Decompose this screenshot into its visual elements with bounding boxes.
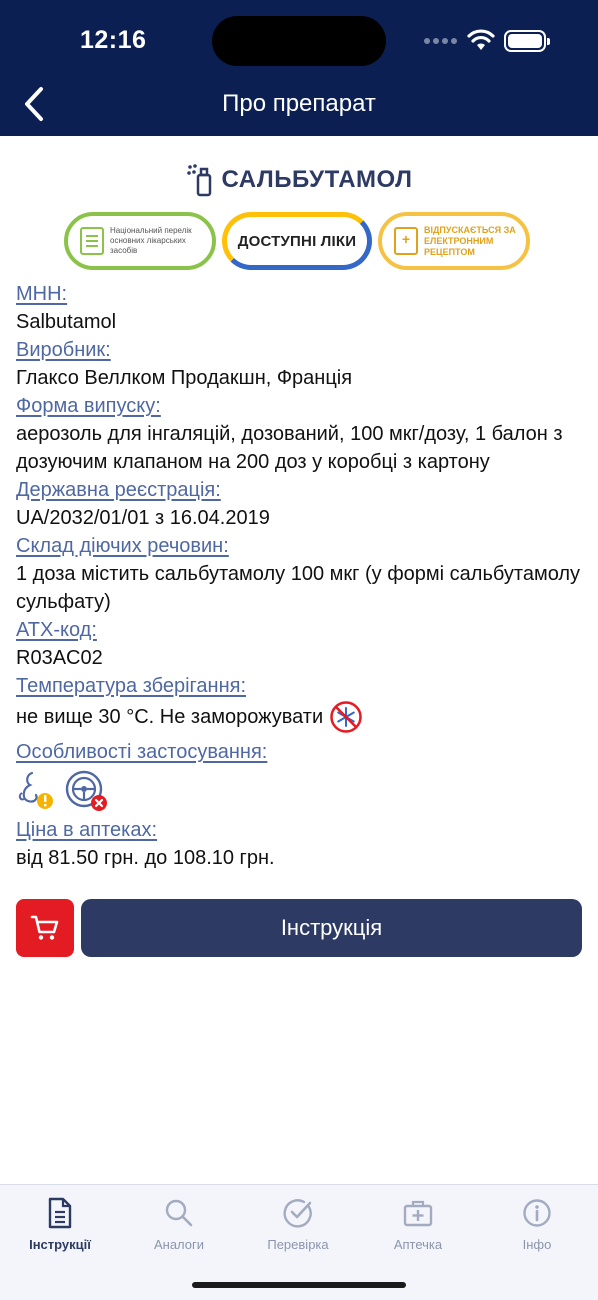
info-icon	[523, 1199, 551, 1227]
national-list-badge: Національний перелік основних лікарських…	[64, 212, 216, 270]
storage-value: не вище 30 °С. Не заморожувати	[16, 706, 324, 728]
registration-label: Державна реєстрація:	[16, 479, 221, 501]
tab-label: Аптечка	[393, 1237, 443, 1252]
tab-instructions[interactable]: Інструкції	[10, 1193, 110, 1252]
affordable-medicines-badge: ДОСТУПНІ ЛІКИ	[222, 212, 372, 270]
document-icon	[48, 1197, 72, 1229]
storage-row: не вище 30 °С. Не заморожувати	[16, 700, 586, 734]
prescription-icon	[394, 227, 418, 255]
atc-label: АТХ-код:	[16, 619, 97, 641]
drug-info: МНН: Salbutamol Виробник: Глаксо Веллком…	[16, 280, 586, 872]
tab-first-aid-kit[interactable]: Аптечка	[368, 1193, 468, 1252]
storage-label: Температура зберігання:	[16, 675, 247, 697]
composition-label: Склад діючих речовин:	[16, 535, 229, 557]
features-icons	[16, 766, 586, 816]
tab-label: Інфо	[522, 1237, 552, 1252]
status-time: 12:16	[80, 26, 147, 54]
dynamic-island	[212, 16, 386, 66]
no-freeze-icon	[330, 701, 362, 733]
atc-value: R03AC02	[16, 647, 103, 669]
first-aid-kit-icon	[403, 1200, 433, 1227]
composition-value: 1 доза містить сальбутамолу 100 мкг (у ф…	[16, 563, 581, 613]
tab-info[interactable]: Інфо	[487, 1193, 587, 1252]
action-bar: Інструкція	[16, 899, 582, 957]
registration-value: UA/2032/01/01 з 16.04.2019	[16, 507, 270, 529]
form-label: Форма випуску:	[16, 395, 161, 417]
app-header: 12:16 Про препарат	[0, 0, 598, 136]
check-circle-icon	[283, 1199, 312, 1228]
home-indicator	[192, 1282, 406, 1288]
product-header: САЛЬБУТАМОЛ	[0, 160, 598, 200]
product-name: САЛЬБУТАМОЛ	[221, 166, 413, 193]
inn-value: Salbutamol	[16, 311, 117, 333]
cart-button[interactable]	[16, 899, 74, 957]
price-value: від 81.50 грн. до 108.10 грн.	[16, 847, 275, 869]
document-list-icon	[80, 227, 104, 255]
tab-check[interactable]: Перевірка	[248, 1193, 348, 1252]
features-label: Особливості застосування:	[16, 741, 268, 763]
search-icon	[165, 1199, 193, 1227]
e-prescription-badge: ВІДПУСКАЄТЬСЯ ЗА ЕЛЕКТРОННИМ РЕЦЕПТОМ	[378, 212, 530, 270]
wifi-icon	[467, 29, 495, 50]
manufacturer-value: Глаксо Веллком Продакшн, Франція	[16, 367, 353, 389]
status-icons	[424, 28, 554, 54]
product-title-row: САЛЬБУТАМОЛ	[0, 160, 598, 200]
cellular-signal-icon	[424, 38, 457, 44]
page-title: Про препарат	[222, 90, 376, 117]
tab-label: Аналоги	[153, 1237, 205, 1252]
tab-label: Перевірка	[267, 1237, 329, 1252]
shopping-cart-icon	[30, 915, 59, 940]
driving-warning-icon	[65, 770, 107, 811]
tab-label: Інструкції	[29, 1237, 91, 1252]
pregnancy-caution-icon	[18, 771, 53, 809]
form-value: аерозоль для інгаляцій, дозований, 100 м…	[16, 423, 563, 473]
battery-icon	[504, 30, 550, 52]
price-label: Ціна в аптеках:	[16, 819, 158, 841]
manufacturer-label: Виробник:	[16, 339, 111, 361]
tab-analogs[interactable]: Аналоги	[129, 1193, 229, 1252]
instruction-button[interactable]: Інструкція	[81, 899, 582, 957]
inhaler-spray-icon	[186, 164, 211, 197]
product-badges: Національний перелік основних лікарських…	[0, 210, 598, 272]
inn-label: МНН:	[16, 283, 68, 305]
